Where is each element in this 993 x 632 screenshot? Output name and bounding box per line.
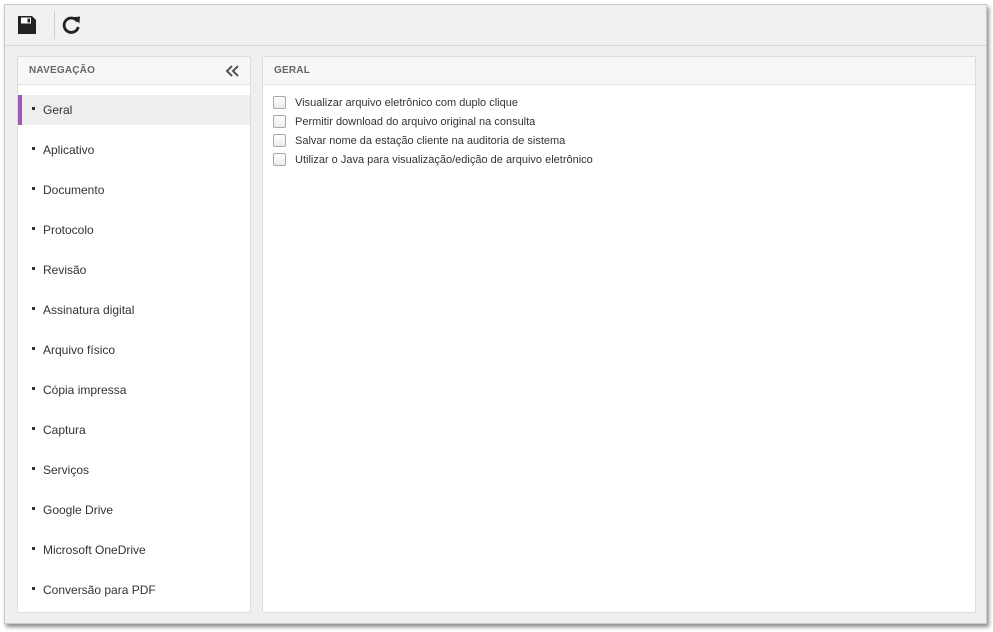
allow-download-checkbox[interactable] bbox=[273, 115, 286, 128]
save-button[interactable] bbox=[13, 11, 41, 39]
nav-item-aplicativo[interactable]: Aplicativo bbox=[18, 135, 250, 165]
option-label: Utilizar o Java para visualização/edição… bbox=[295, 153, 593, 166]
save-client-station-checkbox[interactable] bbox=[273, 134, 286, 147]
nav-item-label: Serviços bbox=[43, 463, 90, 477]
use-java-checkbox[interactable] bbox=[273, 153, 286, 166]
nav-item-revisao[interactable]: Revisão bbox=[18, 255, 250, 285]
bullet-icon bbox=[32, 107, 35, 110]
content-header: GERAL bbox=[263, 57, 975, 85]
option-save-client-station: Salvar nome da estação cliente na audito… bbox=[273, 131, 975, 150]
nav-item-label: Documento bbox=[43, 183, 105, 197]
nav-item-protocolo[interactable]: Protocolo bbox=[18, 215, 250, 245]
double-chevron-left-icon bbox=[225, 65, 239, 77]
nav-item-conversao-pdf[interactable]: Conversão para PDF bbox=[18, 575, 250, 605]
bullet-icon bbox=[32, 307, 35, 310]
nav-item-label: Assinatura digital bbox=[43, 303, 135, 317]
bullet-icon bbox=[32, 147, 35, 150]
nav-item-arquivo-fisico[interactable]: Arquivo físico bbox=[18, 335, 250, 365]
bullet-icon bbox=[32, 587, 35, 590]
nav-item-captura[interactable]: Captura bbox=[18, 415, 250, 445]
nav-item-documento[interactable]: Documento bbox=[18, 175, 250, 205]
bullet-icon bbox=[32, 347, 35, 350]
navigation-header: NAVEGAÇÃO bbox=[18, 57, 250, 85]
nav-item-label: Cópia impressa bbox=[43, 383, 127, 397]
general-settings-panel: GERAL Visualizar arquivo eletrônico com … bbox=[262, 56, 976, 613]
option-label: Permitir download do arquivo original na… bbox=[295, 115, 536, 128]
nav-item-google-drive[interactable]: Google Drive bbox=[18, 495, 250, 525]
configuration-window: NAVEGAÇÃO Geral Aplicativo Documento Pro… bbox=[4, 4, 987, 624]
option-label: Visualizar arquivo eletrônico com duplo … bbox=[295, 96, 518, 109]
nav-item-label: Arquivo físico bbox=[43, 343, 116, 357]
bullet-icon bbox=[32, 467, 35, 470]
bullet-icon bbox=[32, 507, 35, 510]
option-use-java: Utilizar o Java para visualização/edição… bbox=[273, 150, 975, 169]
bullet-icon bbox=[32, 387, 35, 390]
nav-item-assinatura-digital[interactable]: Assinatura digital bbox=[18, 295, 250, 325]
option-double-click-view: Visualizar arquivo eletrônico com duplo … bbox=[273, 93, 975, 112]
nav-item-label: Aplicativo bbox=[43, 143, 95, 157]
toolbar-separator bbox=[54, 11, 55, 39]
bullet-icon bbox=[32, 547, 35, 550]
nav-item-label: Geral bbox=[43, 103, 73, 117]
collapse-navigation-button[interactable] bbox=[224, 63, 240, 79]
nav-item-copia-impressa[interactable]: Cópia impressa bbox=[18, 375, 250, 405]
bullet-icon bbox=[32, 427, 35, 430]
navigation-title: NAVEGAÇÃO bbox=[29, 65, 96, 76]
navigation-panel: NAVEGAÇÃO Geral Aplicativo Documento Pro… bbox=[17, 56, 251, 613]
options-list: Visualizar arquivo eletrônico com duplo … bbox=[263, 85, 975, 169]
nav-item-label: Revisão bbox=[43, 263, 87, 277]
content-title: GERAL bbox=[274, 65, 310, 76]
option-label: Salvar nome da estação cliente na audito… bbox=[295, 134, 566, 147]
refresh-button[interactable] bbox=[57, 11, 85, 39]
refresh-icon bbox=[62, 16, 80, 34]
option-allow-download: Permitir download do arquivo original na… bbox=[273, 112, 975, 131]
navigation-list: Geral Aplicativo Documento Protocolo Rev… bbox=[18, 95, 250, 605]
nav-item-microsoft-onedrive[interactable]: Microsoft OneDrive bbox=[18, 535, 250, 565]
double-click-view-checkbox[interactable] bbox=[273, 96, 286, 109]
bullet-icon bbox=[32, 227, 35, 230]
save-icon bbox=[18, 16, 36, 34]
toolbar bbox=[5, 5, 986, 46]
nav-item-label: Conversão para PDF bbox=[43, 583, 156, 597]
nav-item-servicos[interactable]: Serviços bbox=[18, 455, 250, 485]
bullet-icon bbox=[32, 267, 35, 270]
nav-item-geral[interactable]: Geral bbox=[18, 95, 250, 125]
nav-item-label: Microsoft OneDrive bbox=[43, 543, 146, 557]
nav-item-label: Protocolo bbox=[43, 223, 94, 237]
nav-item-label: Captura bbox=[43, 423, 86, 437]
bullet-icon bbox=[32, 187, 35, 190]
nav-item-label: Google Drive bbox=[43, 503, 114, 517]
